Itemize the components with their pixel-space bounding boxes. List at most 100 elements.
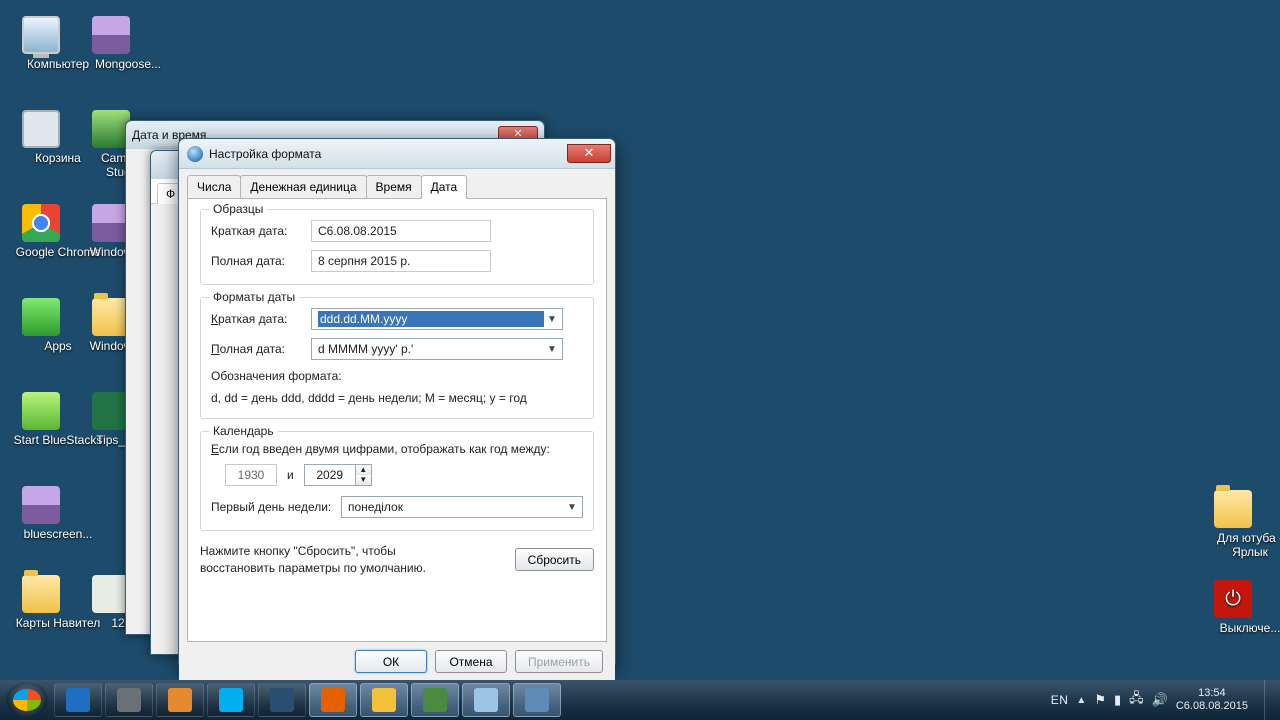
label-long-date: Полная дата: (211, 254, 311, 268)
desktop-icon-start-bluestacks[interactable]: Start BlueStacks (8, 392, 74, 448)
group-legend: Форматы даты (209, 290, 299, 304)
combo-short-date-format[interactable]: ddd.dd.MM.yyyy ▼ (311, 308, 563, 330)
desktop-icon-bluescreen[interactable]: bluescreen... (8, 486, 74, 542)
spin-up[interactable]: ▲ (356, 465, 371, 475)
tab-currency[interactable]: Денежная единица (240, 175, 366, 198)
taskbar-item-chrome[interactable] (360, 683, 408, 717)
globe-icon (187, 146, 203, 162)
tray-overflow-icon[interactable]: ▲ (1076, 695, 1086, 706)
close-button[interactable]: ✕ (567, 144, 611, 163)
combo-value: ddd.dd.MM.yyyy (318, 311, 544, 327)
language-indicator[interactable]: EN (1051, 693, 1069, 707)
desktop-icon-navitel[interactable]: Карты Навител (8, 575, 74, 631)
graph-icon[interactable]: ▮ (1114, 692, 1121, 708)
group-calendar: Календарь Если год введен двумя цифрами,… (200, 431, 594, 531)
taskbar-item-vbox[interactable] (105, 683, 153, 717)
taskbar: EN ▲ ⚑ ▮ 🖧 🔊 13:54 С6.08.08.2015 (0, 680, 1280, 720)
desktop-icon-mongoose[interactable]: Mongoose... (78, 16, 144, 72)
bluescreen-icon (22, 486, 60, 524)
two-digit-year-label: Если год введен двумя цифрами, отображат… (211, 442, 583, 456)
desktop-icon-shutdown[interactable]: Выключе... (1200, 580, 1266, 636)
icon-label: bluescreen... (8, 528, 108, 542)
tab-numbers[interactable]: Числа (187, 175, 241, 198)
spin-down[interactable]: ▼ (356, 475, 371, 485)
taskbar-item-ie[interactable] (54, 683, 102, 717)
sample-short-date: С6.08.08.2015 (311, 220, 491, 242)
navitel-icon (22, 575, 60, 613)
year-to-input[interactable]: 2029 (304, 464, 356, 486)
window-title (157, 158, 160, 172)
chrome-icon (372, 688, 396, 712)
ie-icon (66, 688, 90, 712)
taskbar-item-media[interactable] (156, 683, 204, 717)
computer-icon (22, 16, 60, 54)
clock-date: С6.08.08.2015 (1176, 700, 1248, 713)
taskbar-item-skype[interactable] (207, 683, 255, 717)
thunderbird-icon (270, 688, 294, 712)
format-hint-title: Обозначения формата: (211, 368, 583, 384)
media-icon (168, 688, 192, 712)
flag-icon[interactable]: ⚑ (1094, 692, 1106, 708)
combo-value: d MMMM yyyy' р.' (318, 342, 544, 356)
firefox-icon (321, 688, 345, 712)
taskbar-item-camtasia[interactable] (411, 683, 459, 717)
taskbar-item-region[interactable] (513, 683, 561, 717)
chevron-down-icon: ▼ (544, 344, 560, 355)
clock[interactable]: 13:54 С6.08.08.2015 (1176, 687, 1248, 712)
recycle-bin-icon (22, 110, 60, 148)
volume-icon[interactable]: 🔊 (1152, 692, 1168, 708)
tab-body-date: Образцы Краткая дата: С6.08.08.2015 Полн… (187, 198, 607, 642)
dialog-title: Настройка формата (209, 147, 321, 161)
group-legend: Календарь (209, 424, 278, 438)
ok-button[interactable]: ОК (355, 650, 427, 673)
region-icon (525, 688, 549, 712)
tab-date[interactable]: Дата (421, 175, 468, 199)
year-from: 1930 (225, 464, 277, 486)
desktop: КомпьютерMongoose...КорзинаCamtasi... St… (0, 0, 1280, 720)
year-separator: и (287, 468, 294, 482)
label-short-date: Краткая дата: (211, 224, 311, 238)
datetime-icon (474, 688, 498, 712)
cancel-button[interactable]: Отмена (435, 650, 507, 673)
desktop-icon-google-chrome[interactable]: Google Chrome (8, 204, 74, 260)
dialog-customize-format: Настройка формата ✕ Числа Денежная едини… (178, 138, 616, 667)
taskbar-item-datetime[interactable] (462, 683, 510, 717)
reset-note: Нажмите кнопку "Сбросить", чтобы восстан… (200, 543, 460, 575)
network-icon[interactable]: 🖧 (1129, 689, 1144, 711)
dialog-titlebar[interactable]: Настройка формата ✕ (179, 139, 615, 169)
combo-first-day[interactable]: понеділок ▼ (341, 496, 583, 518)
shutdown-icon (1214, 580, 1252, 618)
tab-time[interactable]: Время (366, 175, 422, 198)
taskbar-item-thunderbird[interactable] (258, 683, 306, 717)
chevron-down-icon: ▼ (544, 314, 560, 325)
vbox-icon (117, 688, 141, 712)
desktop-icon-apps[interactable]: Apps (8, 298, 74, 354)
label-long-format: Полная дата: (211, 342, 311, 356)
tab-strip: Числа Денежная единица Время Дата (179, 169, 615, 198)
youtube-folder-icon (1214, 490, 1252, 528)
group-legend: Образцы (209, 202, 267, 216)
show-desktop-button[interactable] (1264, 680, 1274, 720)
skype-icon (219, 688, 243, 712)
start-bluestacks-icon (22, 392, 60, 430)
taskbar-item-firefox[interactable] (309, 683, 357, 717)
desktop-icon-recycle-bin[interactable]: Корзина (8, 110, 74, 166)
google-chrome-icon (22, 204, 60, 242)
label-first-day: Первый день недели: (211, 500, 341, 514)
icon-label: Выключе... (1200, 622, 1280, 636)
start-button[interactable] (6, 682, 48, 718)
icon-label: Для ютуба - Ярлык (1200, 532, 1280, 560)
icon-label: Mongoose... (78, 58, 178, 72)
mongoose-icon (92, 16, 130, 54)
desktop-icon-computer[interactable]: Компьютер (8, 16, 74, 72)
apply-button[interactable]: Применить (515, 650, 603, 673)
desktop-icon-youtube-folder[interactable]: Для ютуба - Ярлык (1200, 490, 1266, 560)
camtasia-icon (423, 688, 447, 712)
dialog-button-row: ОК Отмена Применить (179, 642, 615, 681)
combo-long-date-format[interactable]: d MMMM yyyy' р.' ▼ (311, 338, 563, 360)
format-hint-text: d, dd = день ddd, dddd = день недели; M … (211, 390, 583, 406)
system-tray: EN ▲ ⚑ ▮ 🖧 🔊 13:54 С6.08.08.2015 (1051, 680, 1274, 720)
sample-long-date: 8 серпня 2015 р. (311, 250, 491, 272)
reset-button[interactable]: Сбросить (515, 548, 594, 571)
group-date-formats: Форматы даты Краткая дата: ddd.dd.MM.yyy… (200, 297, 594, 419)
